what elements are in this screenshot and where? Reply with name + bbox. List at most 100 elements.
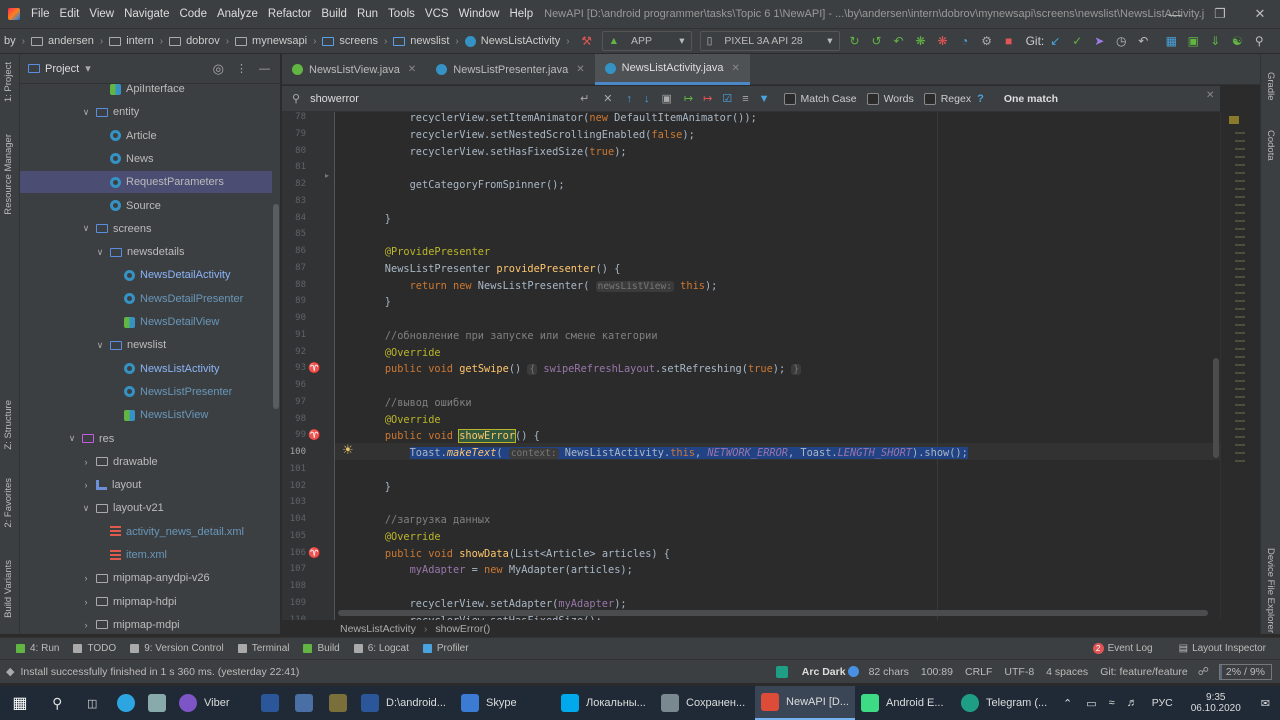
tray-chevron-icon[interactable]: ⌃ [1063,697,1072,710]
device-file-explorer-tab[interactable]: Device File Explorer [1265,548,1276,633]
horizontal-scrollbar[interactable] [338,610,1208,616]
find-input[interactable]: showerror [310,93,580,105]
hide-icon[interactable]: — [259,63,270,75]
chevron-down-icon[interactable]: ∨ [80,503,92,514]
wifi-icon[interactable]: ≈ [1109,697,1115,709]
volume-icon[interactable]: ♬ [1127,697,1138,709]
word-icon[interactable] [253,686,287,720]
menu-item-window[interactable]: Window [454,8,505,20]
warning-marker[interactable] [1229,116,1239,124]
coverage-icon[interactable]: ⚙ [976,30,998,52]
lock-icon[interactable]: ☍ [1198,665,1209,678]
breadcrumb-item[interactable]: newslist › [389,35,460,47]
run-config-select[interactable]: ▲ APP ▾ [601,31,692,51]
telegram-pinned-icon[interactable] [110,686,142,720]
chevron-right-icon[interactable]: › [80,597,92,607]
build-variants-tab[interactable]: Build Variants [3,560,14,618]
file-manager-icon[interactable] [321,686,355,720]
chevron-down-icon[interactable]: ∨ [94,247,106,258]
apply-code-icon[interactable]: ↶ [888,30,910,52]
gradle-tab[interactable]: Gradle [1265,72,1276,101]
clock[interactable]: 9:35 06.10.2020 [1191,692,1241,714]
file-encoding[interactable]: UTF-8 [1004,666,1034,678]
windows-start-icon[interactable]: ▦ [0,686,40,720]
maximize-icon[interactable]: ❐ [1205,0,1235,28]
event-log-button[interactable]: 2 Event Log [1092,643,1153,654]
taskbar-item[interactable]: Android E... [855,686,955,720]
breadcrumb-item[interactable]: NewsListActivity › [461,35,572,47]
project-structure-icon[interactable]: ▦ [1160,30,1182,52]
save-app-icon[interactable] [287,686,321,720]
battery-icon[interactable]: ▭ [1086,697,1096,710]
tool-window-terminal[interactable]: Terminal [237,643,289,654]
vcs-update-icon[interactable]: ↙ [1044,30,1066,52]
close-icon[interactable]: ✕ [1245,0,1275,28]
fold-icon[interactable]: ▸ [325,171,329,180]
tree-node-newsdetails[interactable]: ∨ newsdetails [20,241,185,263]
remove-occurrence-icon[interactable]: ↦ [703,92,712,105]
taskbar-item[interactable]: NewAPI [D... [755,686,856,720]
filter-icon[interactable]: ▼ [759,93,770,105]
tree-node-source[interactable]: Source [20,195,161,217]
notifications-icon[interactable]: ✉ [1261,697,1270,710]
tree-node-newsdetailview[interactable]: NewsDetailView [20,311,219,333]
tree-node-entity[interactable]: ∨ entity [20,101,140,123]
menu-item-tools[interactable]: Tools [383,8,420,20]
chevron-down-icon[interactable]: ∨ [80,107,92,118]
stop-icon[interactable]: ■ [998,30,1020,52]
chevron-down-icon[interactable]: ∨ [66,433,78,444]
tree-node-newslistview[interactable]: NewsListView [20,404,208,426]
vertical-scrollbar[interactable] [1213,358,1219,458]
breadcrumb-item[interactable]: intern › [105,35,165,47]
tree-node-item-xml[interactable]: item.xml [20,544,167,566]
tool-window-build[interactable]: Build [303,643,340,654]
avd-manager-icon[interactable]: ▣ [1182,30,1204,52]
tool-window-6-logcat[interactable]: 6: Logcat [353,643,409,654]
close-find-icon[interactable]: ✕ [1206,90,1214,101]
menu-item-analyze[interactable]: Analyze [212,8,263,20]
tab-newslistactivity-java[interactable]: NewsListActivity.java ✕ [594,54,750,85]
chevron-down-icon[interactable]: ∨ [94,340,106,351]
taskbar-item[interactable]: Сохранен... [655,686,755,720]
language-indicator[interactable]: РУС [1152,697,1173,709]
tool-window-4-run[interactable]: 4: Run [16,643,59,654]
hammer-icon[interactable]: ⚒ [576,30,598,52]
intention-bulb-icon[interactable]: ☀ [342,442,354,458]
chevron-right-icon[interactable]: › [80,480,92,490]
line-separator[interactable]: CRLF [965,666,992,678]
regex-help-icon[interactable]: ? [977,93,984,105]
match-case-checkbox[interactable] [783,92,796,105]
menu-item-edit[interactable]: Edit [55,8,85,20]
debug-icon[interactable]: ❋ [910,30,932,52]
menu-item-help[interactable]: Help [504,8,538,20]
chevron-right-icon[interactable]: › [80,457,92,467]
taskbar-item[interactable]: D:\android... [355,686,455,720]
regex-checkbox[interactable] [923,92,936,105]
rollback-icon[interactable]: ↶ [1132,30,1154,52]
caret-position[interactable]: 100:89 [921,666,953,678]
menu-item-navigate[interactable]: Navigate [119,8,174,20]
sync-gradle-icon[interactable]: ☯ [1226,30,1248,52]
menu-item-vcs[interactable]: VCS [420,8,454,20]
resource-manager-tab[interactable]: Resource Manager [3,134,14,215]
taskbar-item[interactable]: Viber [173,686,253,720]
clear-search-icon[interactable]: ✕ [603,92,612,105]
status-toggle-icon[interactable]: ◆ [6,665,14,678]
layout-inspector-button[interactable]: ▤ Layout Inspector [1179,643,1266,654]
close-tab-icon[interactable]: ✕ [732,63,740,74]
tree-node-article[interactable]: Article [20,125,157,147]
tab-newslistview-java[interactable]: NewsListView.java ✕ [282,54,426,85]
words-checkbox[interactable] [866,92,879,105]
breadcrumb-item[interactable]: screens › [318,35,389,47]
app-pinned-icon[interactable] [141,686,173,720]
add-occurrence-icon[interactable]: ↦ [684,92,693,105]
filter-options-icon[interactable]: ≡ [742,93,748,105]
chevron-right-icon[interactable]: › [80,573,92,583]
structure-tab[interactable]: Z: Structure [3,400,14,450]
device-select[interactable]: ▯ PIXEL 3A API 28 ▾ [699,31,840,51]
debug-attach-icon[interactable]: ❋ [932,30,954,52]
search-everywhere-icon[interactable]: ⚲ [1248,30,1270,52]
breadcrumb-item[interactable]: mynewsapi › [231,35,318,47]
code-editor[interactable]: 78 79 80 81 82 83 84 85 86 87 88 89 90 91 92 93 96 97 98 99… [282,112,1220,620]
menu-item-file[interactable]: File [26,8,55,20]
